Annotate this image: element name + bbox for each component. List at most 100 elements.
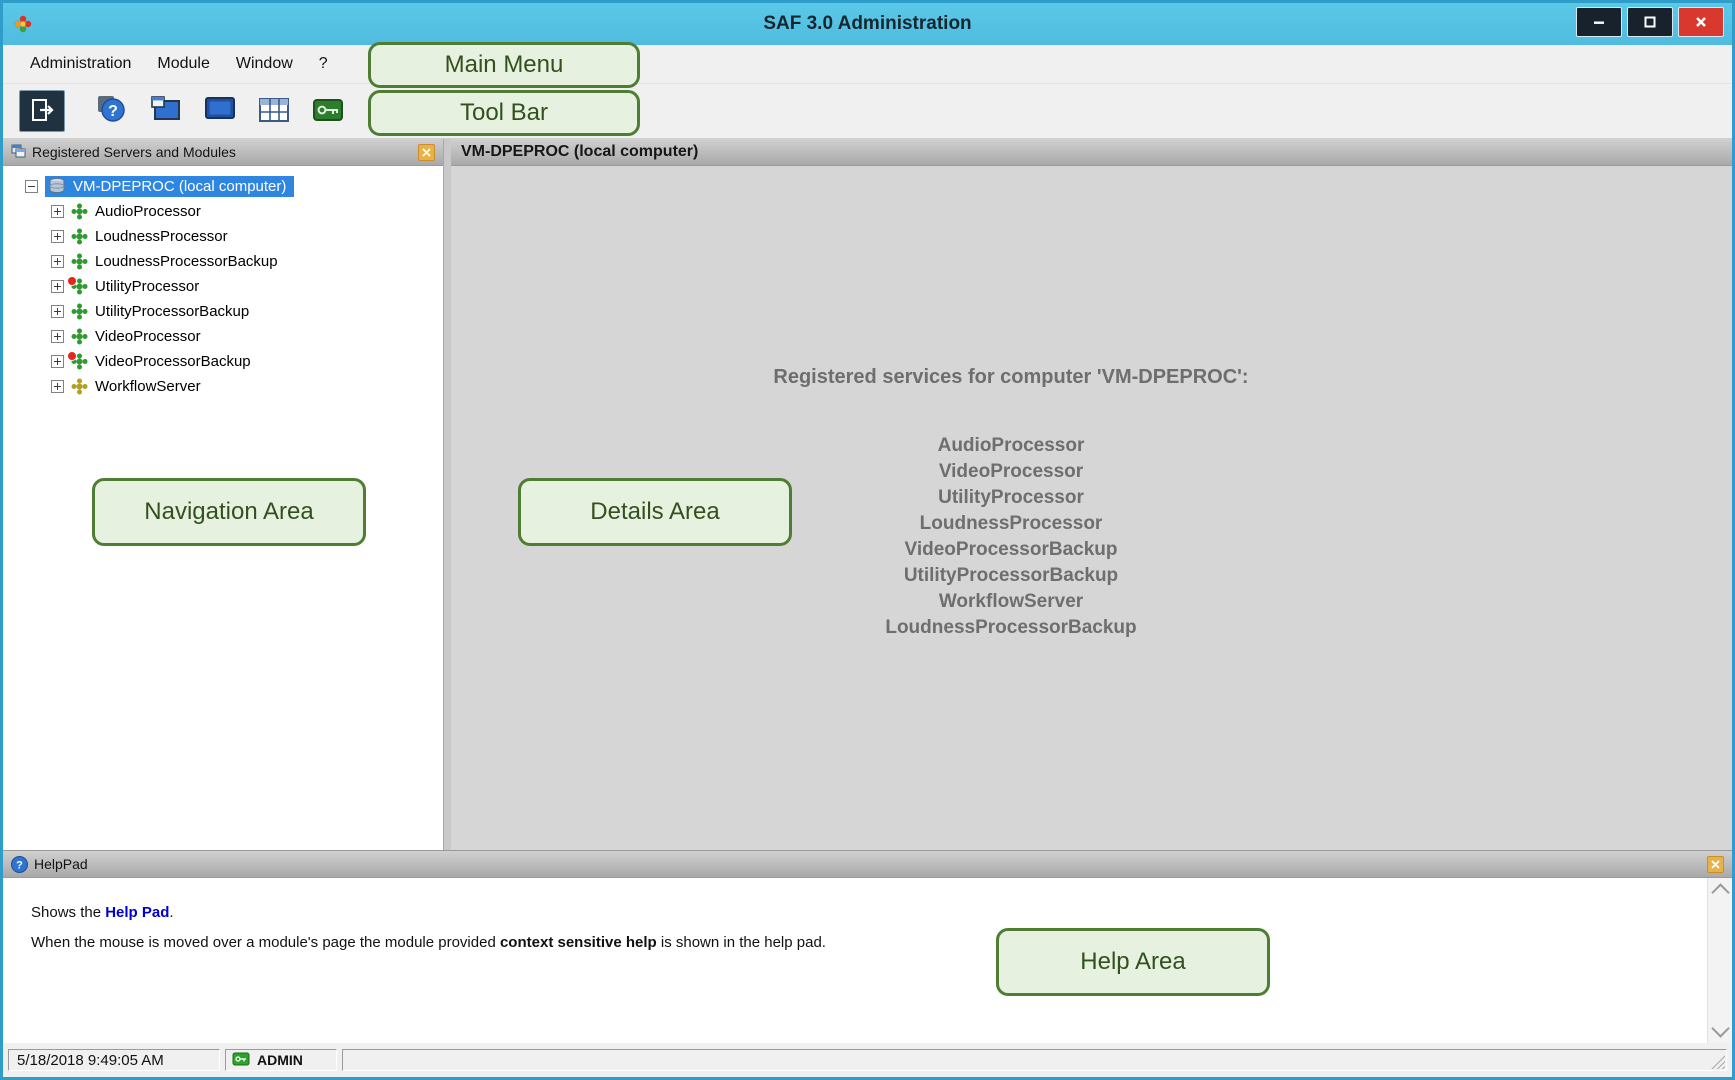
- key-button[interactable]: [305, 90, 351, 132]
- panel-icon: [11, 144, 26, 161]
- tree-item-label: UtilityProcessor: [95, 278, 199, 295]
- svg-text:?: ?: [16, 859, 23, 871]
- maximize-button[interactable]: [1627, 7, 1673, 37]
- expand-icon[interactable]: [51, 280, 64, 293]
- tree-item[interactable]: VideoProcessorBackup: [3, 349, 443, 374]
- key-icon: [312, 98, 344, 125]
- helppad-body: Shows the Help Pad. When the mouse is mo…: [3, 878, 1732, 1043]
- menu-administration[interactable]: Administration: [17, 49, 144, 79]
- details-heading: Registered services for computer 'VM-DPE…: [451, 366, 1571, 389]
- menu-window[interactable]: Window: [223, 49, 306, 79]
- splitter[interactable]: [443, 139, 451, 850]
- tree-item-label: WorkflowServer: [95, 378, 201, 395]
- close-button[interactable]: [1678, 7, 1724, 37]
- resize-grip[interactable]: [1711, 1055, 1725, 1069]
- tree-item[interactable]: AudioProcessor: [3, 199, 443, 224]
- helppad-line2: When the mouse is moved over a module's …: [31, 934, 1682, 951]
- status-filler: [342, 1049, 1727, 1071]
- selected-node[interactable]: VM-DPEPROC (local computer): [45, 176, 294, 197]
- title-bar: SAF 3.0 Administration: [3, 3, 1732, 45]
- minimize-button[interactable]: [1576, 7, 1622, 37]
- expand-icon[interactable]: [51, 380, 64, 393]
- expand-icon[interactable]: [51, 305, 64, 318]
- helppad-close-icon[interactable]: [1707, 856, 1724, 873]
- helppad-title: HelpPad: [34, 856, 1707, 872]
- service-item: WorkflowServer: [451, 589, 1571, 615]
- tree-item-label: LoudnessProcessor: [95, 228, 228, 245]
- grid-button[interactable]: [251, 90, 297, 132]
- svg-text:?: ?: [108, 103, 118, 120]
- tree-item-label: UtilityProcessorBackup: [95, 303, 249, 320]
- modules-icon: [150, 95, 182, 128]
- tree-item-label: VideoProcessor: [95, 328, 201, 345]
- app-icon: [13, 14, 33, 34]
- status-badge: [67, 351, 77, 361]
- navigation-header: Registered Servers and Modules: [3, 139, 443, 166]
- user-key-icon: [232, 1052, 250, 1069]
- module-icon: [71, 328, 89, 346]
- expand-icon[interactable]: [51, 205, 64, 218]
- module-icon: [71, 253, 89, 271]
- service-item: UtilityProcessorBackup: [451, 563, 1571, 589]
- details-header: VM-DPEPROC (local computer): [451, 139, 1732, 166]
- annotation-tool-bar: Tool Bar: [368, 90, 640, 136]
- help-circle-icon: ?: [11, 856, 28, 873]
- status-bar: 5/18/2018 9:49:05 AM ADMIN: [3, 1043, 1732, 1077]
- tree-root[interactable]: VM-DPEPROC (local computer): [3, 174, 443, 199]
- annotation-help-area: Help Area: [996, 928, 1270, 996]
- status-user: ADMIN: [225, 1049, 337, 1071]
- status-badge: [67, 276, 77, 286]
- expand-icon[interactable]: [51, 255, 64, 268]
- tree-root-label: VM-DPEPROC (local computer): [73, 178, 286, 195]
- tree-item[interactable]: WorkflowServer: [3, 374, 443, 399]
- tree-item-label: AudioProcessor: [95, 203, 201, 220]
- status-user-label: ADMIN: [257, 1052, 303, 1068]
- helppad-panel: ? HelpPad Shows the Help Pad. When the m…: [3, 850, 1732, 1043]
- menu-module[interactable]: Module: [144, 49, 222, 79]
- navigation-close-icon[interactable]: [418, 144, 435, 161]
- expand-icon[interactable]: [51, 355, 64, 368]
- module-icon: [71, 378, 89, 396]
- module-icon: [71, 353, 89, 371]
- status-datetime: 5/18/2018 9:49:05 AM: [8, 1049, 220, 1071]
- tool-bar: ?: [3, 84, 1732, 139]
- menu-help[interactable]: ?: [306, 49, 341, 79]
- modules-button[interactable]: [143, 90, 189, 132]
- tree-item[interactable]: UtilityProcessorBackup: [3, 299, 443, 324]
- module-icon: [71, 228, 89, 246]
- module-icon: [71, 203, 89, 221]
- annotation-navigation-area: Navigation Area: [92, 478, 366, 546]
- annotation-details-area: Details Area: [518, 478, 792, 546]
- tree-item-label: LoudnessProcessorBackup: [95, 253, 278, 270]
- annotation-main-menu: Main Menu: [368, 42, 640, 88]
- tree-item[interactable]: VideoProcessor: [3, 324, 443, 349]
- expand-icon[interactable]: [51, 330, 64, 343]
- helppad-line1: Shows the Help Pad.: [31, 904, 1682, 921]
- service-item: AudioProcessor: [451, 433, 1571, 459]
- helppad-header: ? HelpPad: [3, 851, 1732, 878]
- exit-button[interactable]: [19, 90, 65, 132]
- scroll-down-icon[interactable]: [1711, 1019, 1729, 1037]
- expand-icon[interactable]: [51, 230, 64, 243]
- module-icon: [71, 278, 89, 296]
- tree-item[interactable]: UtilityProcessor: [3, 274, 443, 299]
- monitor-icon: [204, 96, 236, 127]
- tree-item-label: VideoProcessorBackup: [95, 353, 251, 370]
- module-icon: [71, 303, 89, 321]
- scroll-up-icon[interactable]: [1711, 883, 1729, 901]
- helppad-link[interactable]: Help Pad: [105, 904, 169, 921]
- menu-bar: Administration Module Window ?: [3, 45, 1732, 84]
- grid-icon: [258, 97, 290, 126]
- tree-item[interactable]: LoudnessProcessorBackup: [3, 249, 443, 274]
- collapse-icon[interactable]: [25, 180, 38, 193]
- helppad-scrollbar[interactable]: [1707, 878, 1732, 1043]
- navigation-title: Registered Servers and Modules: [32, 144, 418, 160]
- help-icon: ?: [96, 94, 128, 129]
- window-controls: [1576, 7, 1724, 37]
- exit-icon: [29, 97, 55, 126]
- window-title: SAF 3.0 Administration: [3, 13, 1732, 35]
- server-icon: [48, 177, 66, 195]
- help-button[interactable]: ?: [89, 90, 135, 132]
- monitor-button[interactable]: [197, 90, 243, 132]
- tree-item[interactable]: LoudnessProcessor: [3, 224, 443, 249]
